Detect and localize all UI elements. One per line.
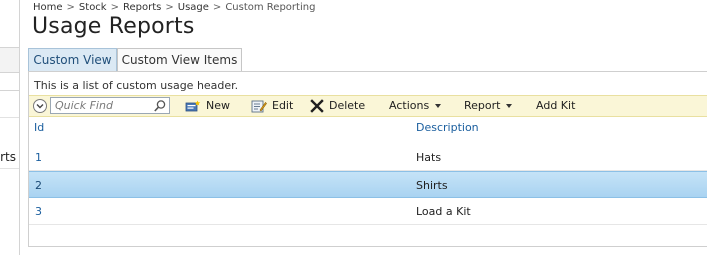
- edit-label: Edit: [272, 99, 294, 112]
- quick-find-box: [50, 97, 170, 114]
- delete-x-icon: [310, 99, 324, 113]
- edit-button[interactable]: Edit: [251, 97, 293, 115]
- breadcrumb-home[interactable]: Home: [33, 2, 63, 13]
- row-id-link[interactable]: 2: [35, 179, 42, 192]
- search-icon[interactable]: [153, 99, 167, 113]
- table-row[interactable]: 3 Load a Kit: [29, 198, 707, 225]
- list-header-text: This is a list of custom usage header.: [34, 79, 239, 92]
- delete-label: Delete: [329, 99, 366, 112]
- breadcrumb-usage[interactable]: Usage: [178, 2, 209, 13]
- sidebar-header-box: [0, 47, 19, 73]
- row-description: Load a Kit: [416, 205, 471, 218]
- row-id-link[interactable]: 1: [35, 151, 42, 164]
- report-label: Report: [464, 99, 501, 112]
- delete-button[interactable]: Delete: [310, 97, 365, 115]
- expand-toggle-button[interactable]: [33, 99, 47, 113]
- table-row[interactable]: 1 Hats: [29, 144, 707, 171]
- breadcrumb-reports[interactable]: Reports: [123, 2, 161, 13]
- sidebar-divider: [0, 168, 19, 169]
- row-description: Shirts: [416, 179, 448, 192]
- sidebar-item-reports[interactable]: rts: [0, 150, 16, 164]
- sidebar-divider: [0, 117, 19, 118]
- breadcrumb-stock[interactable]: Stock: [79, 2, 107, 13]
- row-id-link[interactable]: 3: [35, 205, 42, 218]
- row-description: Hats: [416, 151, 442, 164]
- actions-menu-button[interactable]: Actions: [389, 97, 442, 115]
- new-button[interactable]: New: [185, 97, 230, 115]
- breadcrumb: Home > Stock > Reports > Usage > Custom Reportin…: [33, 2, 316, 13]
- column-header-description[interactable]: Description: [416, 121, 479, 134]
- quick-find-input[interactable]: [51, 98, 155, 113]
- tab-custom-view[interactable]: Custom View: [28, 48, 117, 71]
- tab-custom-view-items[interactable]: Custom View Items: [117, 48, 242, 71]
- sidebar-divider: [0, 90, 19, 91]
- add-kit-label: Add Kit: [536, 99, 576, 112]
- report-menu-button[interactable]: Report: [464, 97, 513, 115]
- chevron-down-icon: [36, 104, 44, 109]
- caret-down-icon: [435, 104, 442, 108]
- page-title: Usage Reports: [32, 14, 195, 39]
- edit-icon: [251, 100, 267, 113]
- table-row-selected[interactable]: 2 Shirts: [29, 171, 707, 198]
- add-kit-button[interactable]: Add Kit: [536, 97, 575, 115]
- panel-bottom-border: [28, 246, 707, 247]
- new-label: New: [206, 99, 230, 112]
- left-sidebar: rts: [0, 0, 20, 255]
- breadcrumb-current: Custom Reporting: [225, 2, 316, 13]
- actions-label: Actions: [389, 99, 430, 112]
- caret-down-icon: [506, 104, 513, 108]
- column-header-id[interactable]: Id: [34, 121, 44, 134]
- new-item-icon: [185, 100, 201, 112]
